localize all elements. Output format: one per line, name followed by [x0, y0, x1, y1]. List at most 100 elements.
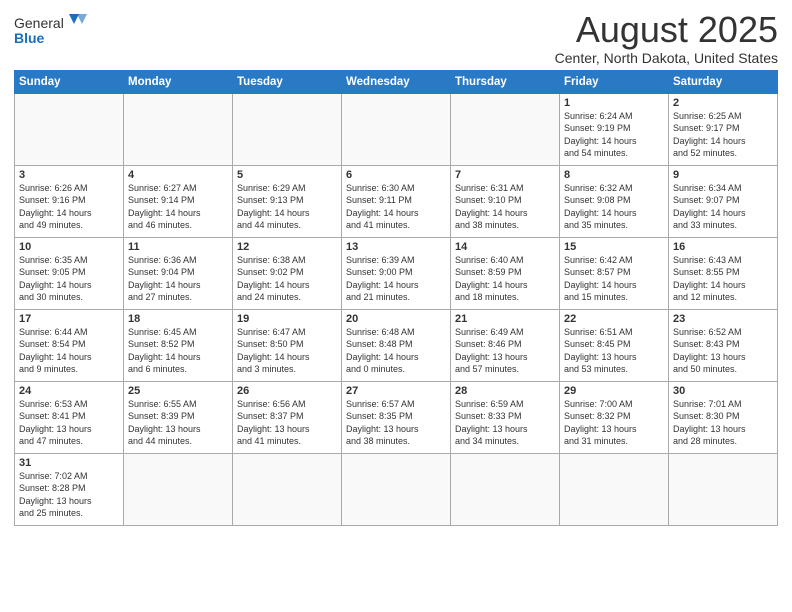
header-tuesday: Tuesday — [233, 70, 342, 93]
day-info: Sunrise: 6:57 AM Sunset: 8:35 PM Dayligh… — [346, 398, 446, 448]
day-number: 3 — [19, 169, 119, 181]
day-info: Sunrise: 6:55 AM Sunset: 8:39 PM Dayligh… — [128, 398, 228, 448]
day-number: 11 — [128, 241, 228, 253]
day-cell: 19Sunrise: 6:47 AM Sunset: 8:50 PM Dayli… — [233, 309, 342, 381]
day-number: 14 — [455, 241, 555, 253]
day-info: Sunrise: 6:25 AM Sunset: 9:17 PM Dayligh… — [673, 110, 773, 160]
day-info: Sunrise: 6:43 AM Sunset: 8:55 PM Dayligh… — [673, 254, 773, 304]
header-wednesday: Wednesday — [342, 70, 451, 93]
day-info: Sunrise: 6:48 AM Sunset: 8:48 PM Dayligh… — [346, 326, 446, 376]
page-container: General Blue August 2025 Center, North D… — [0, 0, 792, 532]
day-info: Sunrise: 7:00 AM Sunset: 8:32 PM Dayligh… — [564, 398, 664, 448]
day-cell: 12Sunrise: 6:38 AM Sunset: 9:02 PM Dayli… — [233, 237, 342, 309]
day-number: 27 — [346, 385, 446, 397]
day-number: 13 — [346, 241, 446, 253]
day-info: Sunrise: 6:39 AM Sunset: 9:00 PM Dayligh… — [346, 254, 446, 304]
header-monday: Monday — [124, 70, 233, 93]
day-cell: 23Sunrise: 6:52 AM Sunset: 8:43 PM Dayli… — [669, 309, 778, 381]
header-sunday: Sunday — [15, 70, 124, 93]
logo-svg: General Blue — [14, 10, 94, 48]
day-info: Sunrise: 6:26 AM Sunset: 9:16 PM Dayligh… — [19, 182, 119, 232]
day-cell: 11Sunrise: 6:36 AM Sunset: 9:04 PM Dayli… — [124, 237, 233, 309]
day-info: Sunrise: 6:52 AM Sunset: 8:43 PM Dayligh… — [673, 326, 773, 376]
day-cell: 14Sunrise: 6:40 AM Sunset: 8:59 PM Dayli… — [451, 237, 560, 309]
week-row-4: 24Sunrise: 6:53 AM Sunset: 8:41 PM Dayli… — [15, 381, 778, 453]
calendar-body: 1Sunrise: 6:24 AM Sunset: 9:19 PM Daylig… — [15, 93, 778, 525]
day-info: Sunrise: 6:32 AM Sunset: 9:08 PM Dayligh… — [564, 182, 664, 232]
day-cell: 24Sunrise: 6:53 AM Sunset: 8:41 PM Dayli… — [15, 381, 124, 453]
day-cell — [124, 93, 233, 165]
day-cell: 2Sunrise: 6:25 AM Sunset: 9:17 PM Daylig… — [669, 93, 778, 165]
day-cell — [342, 93, 451, 165]
day-cell: 15Sunrise: 6:42 AM Sunset: 8:57 PM Dayli… — [560, 237, 669, 309]
day-info: Sunrise: 6:40 AM Sunset: 8:59 PM Dayligh… — [455, 254, 555, 304]
day-number: 18 — [128, 313, 228, 325]
day-number: 6 — [346, 169, 446, 181]
week-row-2: 10Sunrise: 6:35 AM Sunset: 9:05 PM Dayli… — [15, 237, 778, 309]
day-cell: 9Sunrise: 6:34 AM Sunset: 9:07 PM Daylig… — [669, 165, 778, 237]
calendar-title: August 2025 — [555, 10, 778, 50]
day-info: Sunrise: 6:42 AM Sunset: 8:57 PM Dayligh… — [564, 254, 664, 304]
day-info: Sunrise: 6:45 AM Sunset: 8:52 PM Dayligh… — [128, 326, 228, 376]
day-number: 25 — [128, 385, 228, 397]
day-info: Sunrise: 6:27 AM Sunset: 9:14 PM Dayligh… — [128, 182, 228, 232]
day-cell — [669, 453, 778, 525]
week-row-3: 17Sunrise: 6:44 AM Sunset: 8:54 PM Dayli… — [15, 309, 778, 381]
day-number: 16 — [673, 241, 773, 253]
day-cell: 29Sunrise: 7:00 AM Sunset: 8:32 PM Dayli… — [560, 381, 669, 453]
day-number: 17 — [19, 313, 119, 325]
day-info: Sunrise: 7:01 AM Sunset: 8:30 PM Dayligh… — [673, 398, 773, 448]
day-info: Sunrise: 6:29 AM Sunset: 9:13 PM Dayligh… — [237, 182, 337, 232]
day-cell: 20Sunrise: 6:48 AM Sunset: 8:48 PM Dayli… — [342, 309, 451, 381]
day-number: 22 — [564, 313, 664, 325]
day-number: 26 — [237, 385, 337, 397]
day-number: 8 — [564, 169, 664, 181]
day-cell: 27Sunrise: 6:57 AM Sunset: 8:35 PM Dayli… — [342, 381, 451, 453]
day-cell — [560, 453, 669, 525]
day-number: 2 — [673, 97, 773, 109]
day-cell: 5Sunrise: 6:29 AM Sunset: 9:13 PM Daylig… — [233, 165, 342, 237]
day-number: 30 — [673, 385, 773, 397]
day-number: 19 — [237, 313, 337, 325]
day-number: 5 — [237, 169, 337, 181]
day-cell: 6Sunrise: 6:30 AM Sunset: 9:11 PM Daylig… — [342, 165, 451, 237]
calendar-table: Sunday Monday Tuesday Wednesday Thursday… — [14, 70, 778, 526]
week-row-0: 1Sunrise: 6:24 AM Sunset: 9:19 PM Daylig… — [15, 93, 778, 165]
day-info: Sunrise: 6:24 AM Sunset: 9:19 PM Dayligh… — [564, 110, 664, 160]
day-cell — [15, 93, 124, 165]
day-cell — [342, 453, 451, 525]
header-saturday: Saturday — [669, 70, 778, 93]
day-info: Sunrise: 7:02 AM Sunset: 8:28 PM Dayligh… — [19, 470, 119, 520]
calendar-subtitle: Center, North Dakota, United States — [555, 50, 778, 66]
day-number: 12 — [237, 241, 337, 253]
day-cell — [451, 93, 560, 165]
day-number: 28 — [455, 385, 555, 397]
day-info: Sunrise: 6:30 AM Sunset: 9:11 PM Dayligh… — [346, 182, 446, 232]
day-cell: 26Sunrise: 6:56 AM Sunset: 8:37 PM Dayli… — [233, 381, 342, 453]
day-cell: 21Sunrise: 6:49 AM Sunset: 8:46 PM Dayli… — [451, 309, 560, 381]
day-info: Sunrise: 6:35 AM Sunset: 9:05 PM Dayligh… — [19, 254, 119, 304]
day-cell: 7Sunrise: 6:31 AM Sunset: 9:10 PM Daylig… — [451, 165, 560, 237]
svg-text:Blue: Blue — [14, 30, 45, 46]
day-cell: 31Sunrise: 7:02 AM Sunset: 8:28 PM Dayli… — [15, 453, 124, 525]
day-info: Sunrise: 6:36 AM Sunset: 9:04 PM Dayligh… — [128, 254, 228, 304]
weekday-header-row: Sunday Monday Tuesday Wednesday Thursday… — [15, 70, 778, 93]
day-cell: 1Sunrise: 6:24 AM Sunset: 9:19 PM Daylig… — [560, 93, 669, 165]
day-number: 23 — [673, 313, 773, 325]
header-friday: Friday — [560, 70, 669, 93]
day-info: Sunrise: 6:56 AM Sunset: 8:37 PM Dayligh… — [237, 398, 337, 448]
week-row-1: 3Sunrise: 6:26 AM Sunset: 9:16 PM Daylig… — [15, 165, 778, 237]
day-info: Sunrise: 6:51 AM Sunset: 8:45 PM Dayligh… — [564, 326, 664, 376]
day-number: 4 — [128, 169, 228, 181]
day-cell: 3Sunrise: 6:26 AM Sunset: 9:16 PM Daylig… — [15, 165, 124, 237]
logo: General Blue — [14, 10, 94, 48]
day-cell: 17Sunrise: 6:44 AM Sunset: 8:54 PM Dayli… — [15, 309, 124, 381]
header: General Blue August 2025 Center, North D… — [14, 10, 778, 66]
day-cell: 22Sunrise: 6:51 AM Sunset: 8:45 PM Dayli… — [560, 309, 669, 381]
day-cell: 30Sunrise: 7:01 AM Sunset: 8:30 PM Dayli… — [669, 381, 778, 453]
day-cell: 10Sunrise: 6:35 AM Sunset: 9:05 PM Dayli… — [15, 237, 124, 309]
day-number: 1 — [564, 97, 664, 109]
day-info: Sunrise: 6:34 AM Sunset: 9:07 PM Dayligh… — [673, 182, 773, 232]
day-cell: 25Sunrise: 6:55 AM Sunset: 8:39 PM Dayli… — [124, 381, 233, 453]
header-thursday: Thursday — [451, 70, 560, 93]
